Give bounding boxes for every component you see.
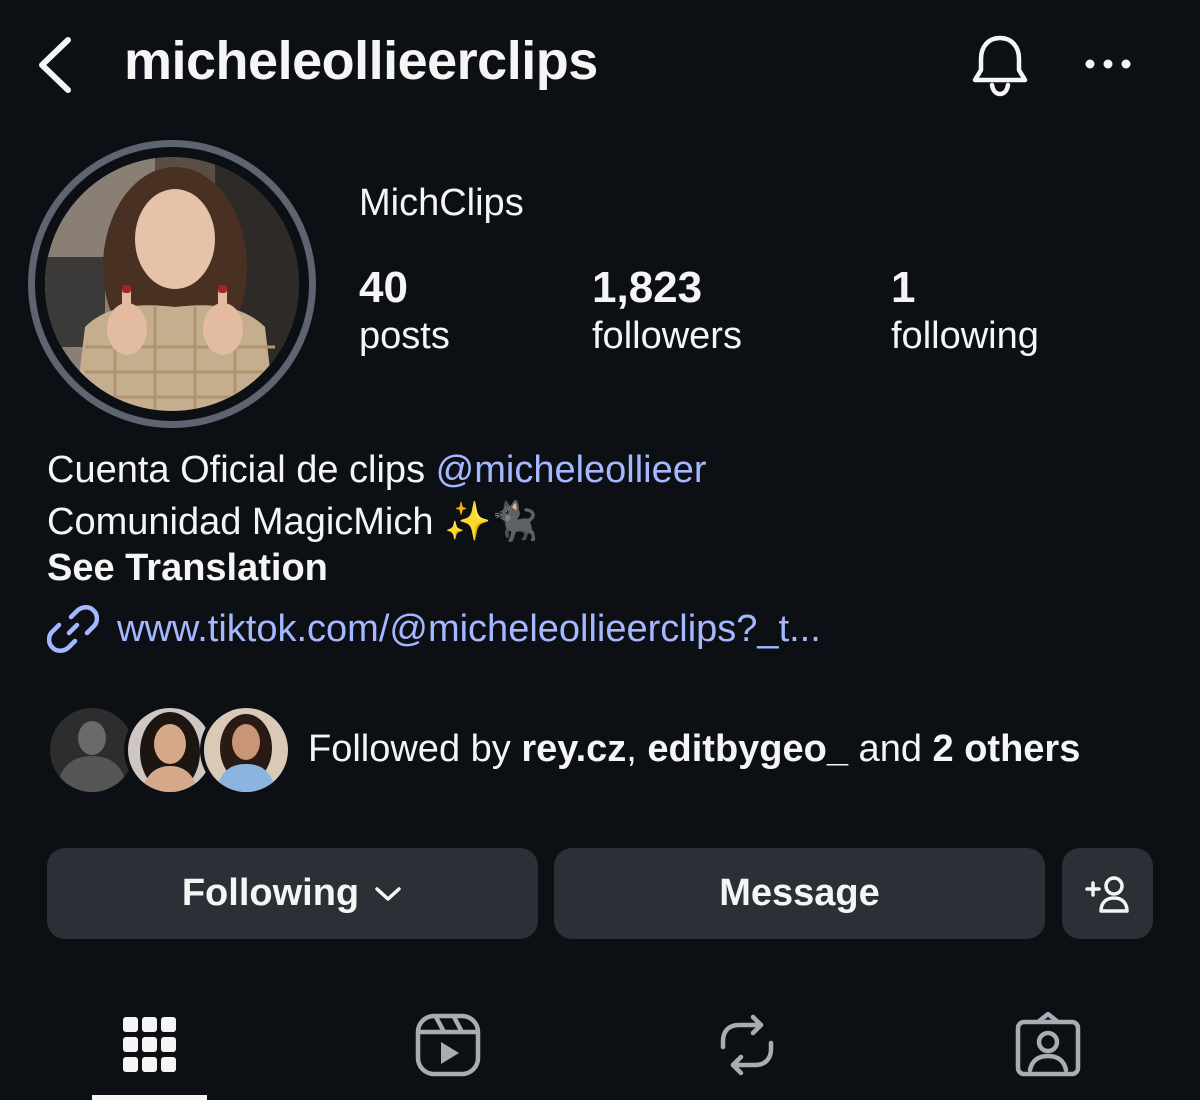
profile-username: micheleollieerclips <box>124 31 598 91</box>
followers-count-value: 1,823 <box>592 263 703 312</box>
display-name: MichClips <box>359 182 524 224</box>
chevron-left-icon <box>39 37 71 93</box>
bio-text-2: Comunidad MagicMich <box>47 501 445 543</box>
mutual-followers-text: Followed by rey.cz, editbygeo_ and 2 oth… <box>308 728 1080 771</box>
external-link-text: www.tiktok.com/@micheleollieerclips?_t..… <box>117 607 821 650</box>
top-bar: micheleollieerclips <box>0 0 1200 130</box>
followers-count[interactable]: 1,823 followers <box>592 262 742 358</box>
profile-bio: Cuenta Oficial de clips @micheleollieer … <box>47 444 707 548</box>
followers-count-label: followers <box>592 315 742 357</box>
profile-tabs <box>0 990 1200 1100</box>
mutual-user-1: rey.cz <box>521 728 627 770</box>
bio-emoji: ✨🐈‍⬛ <box>444 501 539 543</box>
following-count-label: following <box>891 315 1039 357</box>
avatar-photo <box>45 157 299 411</box>
active-tab-indicator <box>92 1095 207 1100</box>
mutual-followers[interactable]: Followed by rey.cz, editbygeo_ and 2 oth… <box>46 704 1166 798</box>
notifications-button[interactable] <box>966 30 1034 98</box>
tab-reposts[interactable] <box>697 1000 797 1090</box>
profile-avatar[interactable] <box>28 140 316 428</box>
back-button[interactable] <box>32 34 80 96</box>
tab-tagged[interactable] <box>998 1000 1098 1090</box>
suggested-users-button[interactable] <box>1062 848 1153 939</box>
posts-count-value: 40 <box>359 263 408 312</box>
followed-by-conjunction: and <box>848 728 933 770</box>
chevron-down-icon <box>375 886 401 901</box>
tagged-icon <box>1015 1012 1081 1077</box>
followed-by-separator: , <box>626 728 648 770</box>
mutual-avatar <box>200 704 292 796</box>
bio-mention-link[interactable]: @micheleollieer <box>436 449 707 491</box>
profile-page: micheleollieerclips MichClips 40 posts 1… <box>0 0 1200 1100</box>
more-options-button[interactable] <box>1080 44 1136 84</box>
link-icon <box>47 605 99 653</box>
reposts-icon <box>720 1014 774 1076</box>
message-button-label: Message <box>719 872 880 914</box>
more-horizontal-icon <box>1085 59 1131 69</box>
bell-icon <box>972 35 1028 97</box>
following-count[interactable]: 1 following <box>891 262 1039 358</box>
grid-icon <box>123 1017 176 1072</box>
add-user-icon <box>1084 875 1129 913</box>
reels-icon <box>415 1013 481 1077</box>
bio-line-2: Comunidad MagicMich ✨🐈‍⬛ <box>47 496 707 548</box>
mutual-user-2: editbygeo_ <box>647 728 848 770</box>
posts-count[interactable]: 40 posts <box>359 262 450 358</box>
following-button-label: Following <box>181 872 360 914</box>
bio-line-1: Cuenta Oficial de clips @micheleollieer <box>47 444 707 496</box>
external-link[interactable]: www.tiktok.com/@micheleollieerclips?_t..… <box>47 602 821 656</box>
message-button[interactable]: Message <box>554 848 1045 939</box>
see-translation-link[interactable]: See Translation <box>47 547 328 590</box>
bio-text-1: Cuenta Oficial de clips <box>47 449 436 491</box>
followed-by-prefix: Followed by <box>308 728 522 770</box>
tab-posts-grid[interactable] <box>100 1000 200 1090</box>
posts-count-label: posts <box>359 315 450 357</box>
tab-reels[interactable] <box>398 1000 498 1090</box>
mutual-others: 2 others <box>932 728 1081 770</box>
following-count-value: 1 <box>891 263 916 312</box>
following-button[interactable]: Following <box>47 848 538 939</box>
